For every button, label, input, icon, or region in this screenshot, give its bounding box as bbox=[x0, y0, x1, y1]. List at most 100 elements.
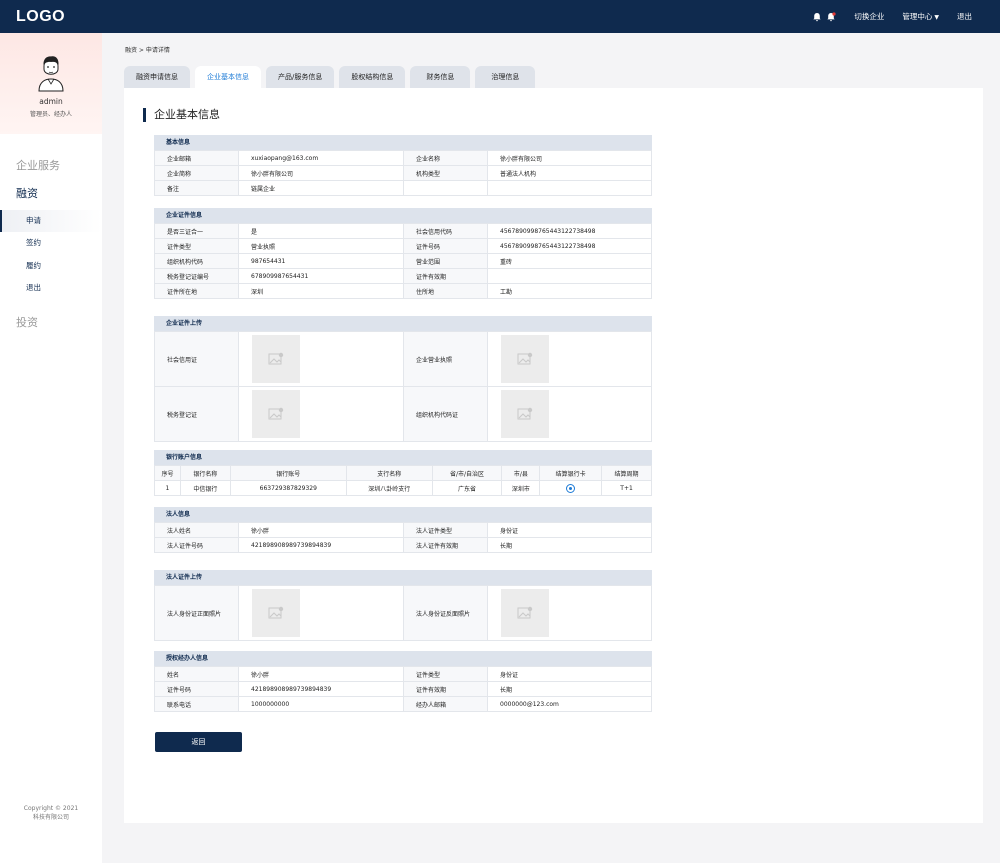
field-label: 法人证件类型 bbox=[403, 522, 488, 538]
field-value: 是 bbox=[238, 223, 404, 239]
image-placeholder[interactable] bbox=[501, 335, 549, 383]
column-header: 结算银行卡 bbox=[539, 465, 603, 481]
section-header: 法人信息 bbox=[154, 507, 652, 522]
field-value: 45678909987654431227384​98 bbox=[487, 223, 652, 239]
sidebar-item-sign[interactable]: 签约 bbox=[0, 232, 102, 254]
image-icon bbox=[268, 606, 284, 619]
table-cell: T+1 bbox=[601, 480, 652, 496]
field-value: 身份证 bbox=[487, 666, 652, 682]
table-header-row: 序号 银行名称 银行账号 支行名称 省/市/自治区 市/县 结算银行卡 结算周期 bbox=[154, 465, 652, 481]
field-label: 住所地 bbox=[403, 283, 488, 299]
table-row: 税务登记证 组织机构代码证 bbox=[154, 386, 652, 442]
field-value: 普通法人机构 bbox=[487, 165, 652, 181]
profile-panel: admin 管理员、经办人 bbox=[0, 33, 102, 134]
field-label: 法人证件号码 bbox=[154, 537, 239, 553]
tab-equity-structure[interactable]: 股权结构信息 bbox=[339, 66, 406, 88]
logout-link[interactable]: 退出 bbox=[957, 11, 972, 22]
authorized-agent-section: 授权经办人信息 姓名 徐小胖 证件类型 身份证 证件号码 42189890898… bbox=[154, 651, 652, 712]
column-header: 结算周期 bbox=[601, 465, 652, 481]
image-cell bbox=[238, 386, 404, 442]
breadcrumb: 融资 > 申请详情 bbox=[125, 47, 170, 54]
legal-person-table: 法人姓名 徐小胖 法人证件类型 身份证 法人证件号码 4218989089897… bbox=[154, 522, 652, 553]
sidebar-item-apply[interactable]: 申请 bbox=[0, 210, 102, 232]
column-header: 序号 bbox=[154, 465, 181, 481]
cert-info-table: 是否三证合一 是 社会信用代码 45678909987654431227384​… bbox=[154, 223, 652, 299]
field-value: 重砖 bbox=[487, 253, 652, 269]
section-header: 银行账户信息 bbox=[154, 450, 652, 465]
table-cell: 1 bbox=[154, 480, 181, 496]
table-row: 备注 链属企业 bbox=[154, 180, 652, 196]
field-value bbox=[487, 180, 652, 196]
settlement-card-radio[interactable] bbox=[566, 483, 576, 493]
table-cell: 深圳八卦岭支行 bbox=[345, 480, 433, 496]
sidebar-item-exit[interactable]: 退出 bbox=[0, 277, 102, 299]
image-placeholder[interactable] bbox=[501, 589, 549, 637]
image-placeholder[interactable] bbox=[252, 390, 300, 438]
switch-company-link[interactable]: 切换企业 bbox=[854, 11, 884, 22]
table-cell: 广东省 bbox=[431, 480, 503, 496]
table-row: 法人证件号码 421898908989739894839 法人证件有效期 长期 bbox=[154, 537, 652, 553]
authorized-agent-table: 姓名 徐小胖 证件类型 身份证 证件号码 4218989089897398948… bbox=[154, 666, 652, 712]
menu-group-enterprise-service[interactable]: 企业服务 bbox=[16, 157, 60, 173]
tab-financing-application[interactable]: 融资申请信息 bbox=[124, 66, 190, 88]
field-label: 证件有效期 bbox=[403, 681, 488, 697]
table-row: 证件类型 营业执照 证件号码 456789099876544312273849​… bbox=[154, 238, 652, 254]
column-header: 支行名称 bbox=[345, 465, 433, 481]
image-placeholder[interactable] bbox=[252, 589, 300, 637]
field-label: 企业名称 bbox=[403, 150, 488, 166]
caret-down-icon: ▼ bbox=[934, 14, 939, 21]
legal-upload-section: 法人证件上传 法人身份证正面照片 法人身份证反面照片 bbox=[154, 570, 652, 641]
table-row: 企业简称 徐小胖有限公司 机构类型 普通法人机构 bbox=[154, 165, 652, 181]
table-cell bbox=[539, 480, 603, 496]
field-label: 证件所在地 bbox=[154, 283, 239, 299]
tab-bar: 融资申请信息 企业基本信息 产品/服务信息 股权结构信息 财务信息 治理信息 bbox=[124, 66, 540, 88]
field-label: 是否三证合一 bbox=[154, 223, 239, 239]
image-cell bbox=[487, 331, 652, 387]
image-icon bbox=[268, 407, 284, 420]
legal-person-section: 法人信息 法人姓名 徐小胖 法人证件类型 身份证 法人证件号码 42189890… bbox=[154, 507, 652, 553]
field-label: 税务登记证编号 bbox=[154, 268, 239, 284]
section-header: 基本信息 bbox=[154, 135, 652, 150]
field-value: 1000000000 bbox=[238, 696, 404, 712]
column-header: 银行名称 bbox=[179, 465, 231, 481]
notification-bell-icon[interactable] bbox=[826, 11, 836, 22]
field-label: 机构类型 bbox=[403, 165, 488, 181]
section-header: 授权经办人信息 bbox=[154, 651, 652, 666]
field-label: 证件号码 bbox=[154, 681, 239, 697]
column-header: 省/市/自治区 bbox=[431, 465, 503, 481]
bell-icon[interactable] bbox=[812, 12, 822, 22]
table-cell: 663729387829329 bbox=[229, 480, 347, 496]
field-label: 证件有效期 bbox=[403, 268, 488, 284]
image-placeholder[interactable] bbox=[252, 335, 300, 383]
sidebar-item-perform[interactable]: 履约 bbox=[0, 255, 102, 277]
username: admin bbox=[39, 97, 63, 106]
image-cell bbox=[487, 386, 652, 442]
field-label: 法人证件有效期 bbox=[403, 537, 488, 553]
admin-center-menu[interactable]: 管理中心 ▼ bbox=[902, 11, 939, 22]
tab-product-service[interactable]: 产品/服务信息 bbox=[266, 66, 335, 88]
basic-info-section: 基本信息 企业邮箱 xuxiaopang@163.com 企业名称 徐小胖有限公… bbox=[154, 135, 652, 196]
notification-area bbox=[808, 11, 836, 22]
admin-center-label: 管理中心 bbox=[902, 12, 933, 21]
tab-governance[interactable]: 治理信息 bbox=[475, 66, 536, 88]
field-label: 企业简称 bbox=[154, 165, 239, 181]
tab-financial[interactable]: 财务信息 bbox=[410, 66, 471, 88]
image-icon bbox=[517, 352, 533, 365]
menu-group-investment[interactable]: 投资 bbox=[16, 314, 38, 330]
field-label: 营业范围 bbox=[403, 253, 488, 269]
column-header: 银行账号 bbox=[229, 465, 347, 481]
image-icon bbox=[517, 407, 533, 420]
image-placeholder[interactable] bbox=[501, 390, 549, 438]
table-row: 1 中信银行 663729387829329 深圳八卦岭支行 广东省 深圳市 T… bbox=[154, 480, 652, 496]
field-label: 联系电话 bbox=[154, 696, 239, 712]
field-value: 421898908989739894839 bbox=[238, 681, 404, 697]
field-label: 法人身份证反面照片 bbox=[403, 585, 488, 641]
field-value: 工勘 bbox=[487, 283, 652, 299]
field-value: 链属企业 bbox=[238, 180, 404, 196]
field-value: 长期 bbox=[487, 681, 652, 697]
section-header: 企业证件信息 bbox=[154, 208, 652, 223]
logo[interactable]: LOGO bbox=[16, 8, 65, 26]
back-button[interactable]: 返回 bbox=[155, 732, 242, 752]
tab-enterprise-basic[interactable]: 企业基本信息 bbox=[195, 66, 261, 88]
menu-group-financing[interactable]: 融资 bbox=[16, 185, 38, 201]
